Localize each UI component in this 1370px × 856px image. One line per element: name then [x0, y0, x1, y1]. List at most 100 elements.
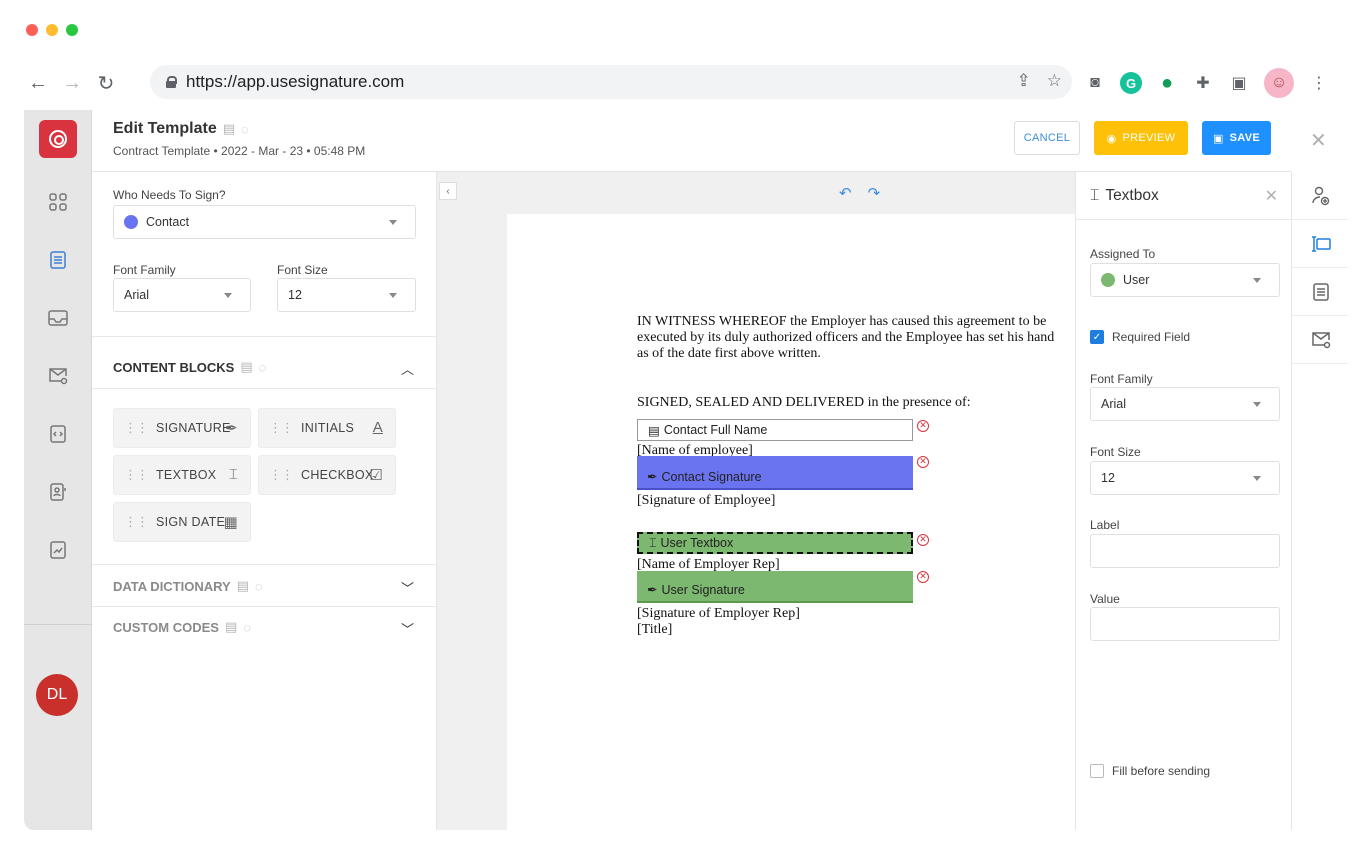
minimize-window-button[interactable] — [46, 24, 58, 36]
checkbox-block-label: CHECKBOX — [301, 468, 374, 482]
remove-field-icon[interactable]: ✕ — [917, 534, 929, 546]
fields-icon[interactable] — [1292, 220, 1348, 268]
custom-codes-header[interactable]: CUSTOM CODES ▤ ◌ — [113, 619, 251, 635]
kebab-menu-icon[interactable]: ⋮ — [1308, 72, 1330, 94]
cancel-button[interactable]: CANCEL — [1014, 121, 1080, 155]
drag-handle-icon: ⋮⋮ — [269, 467, 294, 482]
initials-block[interactable]: ⋮⋮ INITIALS A — [258, 408, 396, 448]
sign-date-block-label: SIGN DATE — [156, 515, 226, 529]
user-avatar[interactable]: DL — [36, 674, 78, 716]
data-dictionary-header[interactable]: DATA DICTIONARY ▤ ◌ — [113, 578, 263, 594]
reports-icon[interactable] — [46, 538, 70, 562]
font-size-select[interactable]: 12 — [277, 278, 416, 312]
document-pages-icon[interactable] — [1292, 268, 1348, 316]
signer-label: Who Needs To Sign? — [113, 188, 226, 202]
value-input[interactable] — [1090, 607, 1280, 641]
font-family-label: Font Family — [113, 263, 176, 277]
contact-full-name-field[interactable]: ▤ Contact Full Name — [637, 419, 913, 441]
side-panel-icon[interactable]: ▣ — [1228, 72, 1250, 94]
fill-before-sending-checkbox[interactable]: Fill before sending — [1090, 764, 1210, 778]
undo-icon[interactable]: ↶ — [839, 184, 852, 202]
bookmark-star-icon[interactable]: ☆ — [1047, 71, 1062, 91]
profile-avatar-icon[interactable]: ☺ — [1264, 68, 1294, 98]
grammarly-icon[interactable]: G — [1120, 72, 1142, 94]
user-textbox-field[interactable]: ⌶ User Textbox — [637, 532, 913, 554]
signature-block[interactable]: ⋮⋮ SIGNATURE ✒ — [113, 408, 251, 448]
app-logo[interactable] — [39, 120, 77, 158]
textbox-block[interactable]: ⋮⋮ TEXTBOX ⌶ — [113, 455, 251, 495]
contacts-book-icon[interactable] — [46, 480, 70, 504]
eye-icon: ◉ — [1106, 132, 1117, 145]
inbox-icon[interactable] — [46, 306, 70, 330]
back-icon[interactable]: ← — [24, 69, 52, 97]
share-icon[interactable]: ⇪ — [1017, 71, 1031, 91]
signer-value: Contact — [146, 215, 190, 229]
email-settings-icon[interactable] — [1292, 316, 1348, 364]
redo-icon[interactable]: ↷ — [868, 184, 881, 202]
remove-field-icon[interactable]: ✕ — [917, 456, 929, 468]
font-family-select[interactable]: Arial — [1090, 387, 1280, 421]
close-editor-icon[interactable]: ✕ — [1310, 128, 1327, 153]
dashboard-icon[interactable] — [46, 190, 70, 214]
initials-icon: A — [372, 419, 383, 436]
witness-paragraph-line: executed by its duly authorized officers… — [637, 330, 1055, 345]
drag-handle-icon: ⋮⋮ — [124, 514, 149, 529]
reload-icon[interactable]: ↻ — [92, 69, 120, 97]
maximize-window-button[interactable] — [66, 24, 78, 36]
code-file-icon[interactable] — [46, 422, 70, 446]
content-blocks-header[interactable]: CONTENT BLOCKS ▤ ◌ — [113, 359, 266, 375]
document-page: IN WITNESS WHEREOF the Employer has caus… — [507, 214, 1075, 830]
chevron-down-icon[interactable]: ﹀ — [401, 619, 414, 638]
document-icon: ▤ — [224, 619, 238, 634]
speech-bubble-icon[interactable]: ● — [1156, 72, 1178, 94]
close-properties-icon[interactable]: ✕ — [1265, 186, 1278, 206]
required-field-label: Required Field — [1112, 330, 1191, 344]
mail-settings-icon[interactable] — [46, 364, 70, 388]
contact-signature-field[interactable]: ✒ Contact Signature — [637, 456, 913, 490]
cancel-button-label: CANCEL — [1023, 132, 1071, 144]
location-pin-icon: ◌ — [258, 359, 267, 375]
preview-button[interactable]: ◉ PREVIEW — [1094, 121, 1188, 155]
user-textbox-label: User Textbox — [660, 536, 734, 550]
sign-date-block[interactable]: ⋮⋮ SIGN DATE ▦ — [113, 502, 251, 542]
remove-field-icon[interactable]: ✕ — [917, 420, 929, 432]
font-size-select[interactable]: 12 — [1090, 461, 1280, 495]
remove-field-icon[interactable]: ✕ — [917, 571, 929, 583]
divider — [92, 564, 437, 565]
empty-checkbox-icon — [1090, 764, 1104, 778]
document-icon: ▤ — [222, 121, 236, 136]
chevron-up-icon[interactable]: ︿ — [401, 359, 414, 378]
forward-icon[interactable]: → — [58, 69, 86, 97]
assigned-to-label: Assigned To — [1090, 247, 1156, 261]
data-dictionary-title: DATA DICTIONARY — [113, 578, 231, 594]
assigned-to-select[interactable]: User — [1090, 263, 1280, 297]
user-signature-field[interactable]: ✒ User Signature — [637, 571, 913, 603]
address-bar[interactable]: https://app.usesignature.com ⇪ ☆ — [150, 65, 1072, 99]
label-input[interactable] — [1090, 534, 1280, 568]
checkbox-block[interactable]: ⋮⋮ CHECKBOX ☑ — [258, 455, 396, 495]
required-field-checkbox[interactable]: ✓ Required Field — [1090, 330, 1190, 344]
camera-icon[interactable]: ◙ — [1084, 72, 1106, 94]
location-pin-icon: ◌ — [241, 121, 249, 137]
templates-icon[interactable] — [46, 248, 70, 272]
signer-select[interactable]: Contact — [113, 205, 416, 239]
save-button[interactable]: ▣ SAVE — [1202, 121, 1271, 155]
font-family-select[interactable]: Arial — [113, 278, 251, 312]
drag-handle-icon: ⋮⋮ — [269, 420, 294, 435]
left-settings-panel: Who Needs To Sign? Contact Font Family A… — [92, 172, 437, 830]
close-window-button[interactable] — [26, 24, 38, 36]
font-size-value: 12 — [1101, 471, 1115, 485]
font-size-label: Font Size — [1090, 445, 1141, 459]
font-family-label: Font Family — [1090, 372, 1153, 386]
chevron-down-icon[interactable]: ﹀ — [401, 578, 414, 597]
puzzle-extensions-icon[interactable]: ✚ — [1192, 72, 1214, 94]
id-card-icon: ▤ — [648, 423, 660, 438]
divider — [92, 606, 437, 607]
add-signer-icon[interactable] — [1292, 172, 1348, 220]
calendar-icon: ▦ — [223, 514, 238, 531]
window-controls — [26, 24, 78, 36]
logo-icon — [49, 130, 67, 148]
field-properties-panel: ⌶ Textbox ✕ Assigned To User ✓ Required … — [1075, 172, 1292, 830]
custom-codes-title: CUSTOM CODES — [113, 619, 219, 635]
collapse-panel-button[interactable]: ‹ — [439, 182, 457, 200]
